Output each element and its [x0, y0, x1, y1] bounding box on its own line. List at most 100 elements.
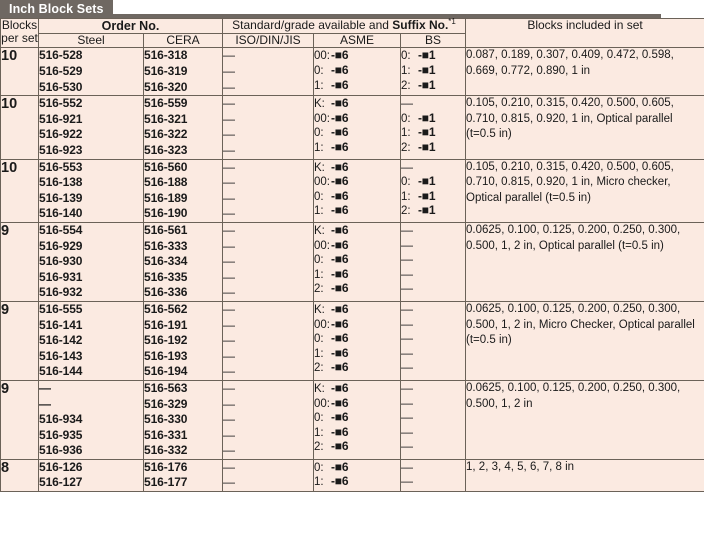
suffix-none-dash: —	[401, 237, 413, 252]
order-number: 516-190	[144, 206, 188, 221]
suffix-grade-key: 2:	[401, 205, 411, 218]
suffix-code: -■6	[331, 316, 349, 331]
suffix-none-dash: —	[401, 281, 413, 296]
cell-asme-suffix: K: -■6 00: -■6 0: -■6 1: -■6	[313, 95, 401, 160]
iso-value: —	[223, 427, 235, 442]
cell-order-no-cera: 516-560 516-188 516-189 516-190	[143, 158, 223, 223]
suffix-code: -■1	[418, 174, 436, 189]
cell-order-no-cera: 516-563 516-329 516-330 516-331 516-332	[143, 379, 223, 460]
suffix-entry: 00: -■6	[314, 48, 400, 63]
suffix-grade-key: 00:	[314, 112, 330, 125]
order-number: 516-127	[39, 475, 83, 490]
order-number: 516-930	[39, 254, 83, 269]
table-row: 8 516-126 516-127 516-176 516-177— —0: -■6 1: -■…	[0, 458, 704, 493]
suffix-entry: 1: -■1	[401, 63, 465, 78]
iso-value: —	[223, 285, 235, 300]
suffix-none-dash: —	[401, 380, 413, 395]
cell-order-no-cera: 516-318 516-319 516-320	[143, 47, 223, 97]
iso-value: —	[223, 127, 235, 142]
order-number: 516-934	[39, 412, 83, 427]
order-number: 516-935	[39, 427, 83, 442]
suffix-code: -■6	[331, 252, 349, 267]
suffix-grade-key: 00:	[314, 176, 330, 189]
page-title: Inch Block Sets	[0, 0, 113, 18]
order-number: 516-921	[39, 111, 83, 126]
suffix-entry: —	[401, 223, 465, 238]
suffix-entry: 0: -■6	[314, 410, 400, 425]
suffix-grade-key: 00:	[314, 50, 330, 63]
suffix-none-dash: —	[401, 439, 413, 454]
cell-blocks-included: 0.0625, 0.100, 0.125, 0.200, 0.250, 0.30…	[465, 221, 704, 302]
suffix-none-dash: —	[401, 96, 413, 111]
header-bs: BS	[399, 32, 467, 49]
suffix-grade-key: 2:	[401, 142, 411, 154]
suffix-entry: K: -■6	[314, 96, 400, 111]
suffix-none-dash: —	[401, 159, 413, 174]
iso-value: —	[223, 159, 235, 174]
suffix-entry: —	[401, 346, 465, 361]
cell-bs-suffix: — —	[399, 458, 467, 493]
suffix-grade-key: 1:	[314, 476, 324, 489]
cell-asme-suffix: K: -■6 00: -■6 0: -■6 1: -■6	[313, 158, 401, 223]
iso-value: —	[223, 475, 235, 490]
suffix-grade-key: K:	[314, 161, 325, 174]
header-row-1: Blocks per set Order No. Standard/grade …	[0, 17, 704, 49]
suffix-grade-key: 1:	[314, 347, 324, 360]
suffix-grade-key: K:	[314, 303, 325, 316]
cell-blocks-per-set: 9	[0, 300, 39, 381]
suffix-code: -■6	[331, 237, 349, 252]
suffix-entry: —	[401, 360, 465, 375]
suffix-none-dash: —	[401, 424, 413, 439]
iso-value: —	[223, 412, 235, 427]
cell-blocks-included: 1, 2, 3, 4, 5, 6, 7, 8 in	[465, 458, 704, 493]
suffix-code: -■1	[418, 63, 436, 78]
order-number: 516-126	[39, 459, 83, 474]
header-suffix-footnote-marker: *1	[448, 17, 456, 26]
cell-order-no-steel: 516-553 516-138 516-139 516-140	[38, 158, 144, 223]
table-row: 9 516-554 516-929 516-930 516-931 516-932 516-…	[0, 221, 704, 302]
order-number: 516-332	[144, 443, 188, 458]
suffix-grade-key: K:	[314, 98, 325, 111]
cell-bs-suffix: — — — — —	[399, 300, 467, 381]
cell-blocks-per-set: 9	[0, 379, 39, 460]
order-number: 516-554	[39, 222, 83, 237]
suffix-code: -■6	[331, 424, 349, 439]
suffix-code: -■6	[331, 281, 349, 296]
header-blocks-included: Blocks included in set	[465, 17, 704, 49]
suffix-entry: K: -■6	[314, 302, 400, 317]
suffix-code: -■6	[331, 63, 349, 78]
suffix-entry: 1: -■6	[314, 425, 400, 440]
iso-value: —	[223, 269, 235, 284]
suffix-grade-key: 00:	[314, 239, 330, 252]
header-blocks-per-set-line2: per set	[1, 31, 38, 46]
suffix-code: -■6	[331, 439, 349, 454]
suffix-code: -■6	[331, 474, 349, 489]
suffix-entry: 0: -■6	[314, 63, 400, 78]
cell-iso-din-jis: — —	[222, 458, 314, 493]
order-number: 516-529	[39, 64, 83, 79]
cell-order-no-steel: 516-528 516-529 516-530	[38, 47, 144, 97]
suffix-grade-key: 2:	[314, 441, 324, 454]
cell-bs-suffix: — — — — —	[399, 379, 467, 460]
suffix-entry: —	[401, 460, 465, 475]
order-number: 516-561	[144, 222, 188, 237]
cell-order-no-cera: 516-559 516-321 516-322 516-323	[143, 95, 223, 160]
suffix-entry: 0: -■6	[314, 252, 400, 267]
suffix-grade-key: 2:	[401, 79, 411, 92]
suffix-none-dash: —	[401, 331, 413, 346]
suffix-grade-key: 0:	[314, 127, 324, 140]
suffix-code: -■1	[418, 125, 436, 140]
suffix-grade-key: 1:	[314, 268, 324, 281]
header-steel: Steel	[38, 32, 144, 49]
suffix-grade-key: 2:	[314, 362, 324, 375]
iso-value: —	[223, 111, 235, 126]
suffix-entry: 2: -■1	[401, 140, 465, 155]
suffix-grade-key: 1:	[314, 142, 324, 154]
iso-value: —	[223, 48, 235, 63]
suffix-none-dash: —	[401, 222, 413, 237]
suffix-entry: —	[401, 96, 465, 111]
iso-value: —	[223, 443, 235, 458]
order-number: 516-528	[39, 48, 83, 63]
order-number: 516-555	[39, 301, 83, 316]
iso-value: —	[223, 206, 235, 221]
